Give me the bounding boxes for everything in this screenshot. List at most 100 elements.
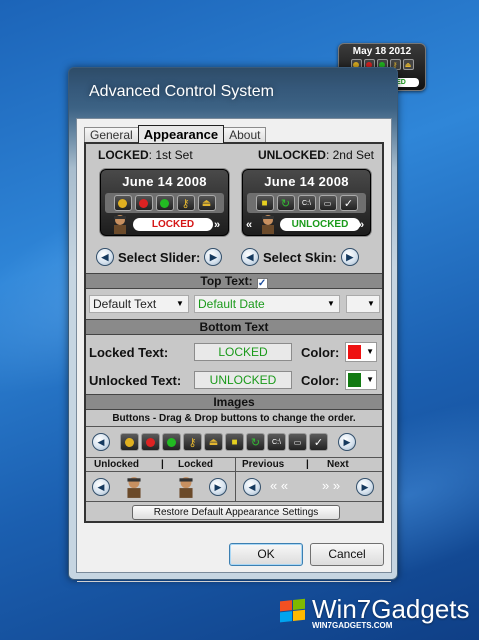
- chevron-down-icon: ▼: [367, 299, 375, 308]
- restore-defaults-button[interactable]: Restore Default Appearance Settings: [132, 505, 340, 520]
- locked-figure-icon[interactable]: [175, 475, 197, 499]
- next-arrow-style-button[interactable]: ▶: [356, 478, 374, 496]
- chevron-down-icon: ▼: [176, 299, 184, 308]
- yellow-dot-icon: [113, 195, 132, 211]
- top-text-date-select[interactable]: Default Date ▼: [194, 295, 340, 313]
- next-figure-button[interactable]: ▶: [209, 478, 227, 496]
- top-text-checkbox[interactable]: ✓: [256, 278, 268, 289]
- lock-icon: ■: [255, 195, 274, 211]
- preview-buttons: ⚷ ⏏: [105, 193, 224, 213]
- next-arrows-icon: »: [214, 219, 221, 231]
- locked-color-picker[interactable]: ▼: [345, 342, 377, 362]
- yellow-dot-icon[interactable]: [120, 433, 139, 451]
- chevron-down-icon: ▼: [366, 375, 374, 384]
- locked-color-label: Color:: [301, 345, 340, 360]
- chevron-down-icon: ▼: [327, 299, 335, 308]
- eject-icon[interactable]: ⏏: [402, 59, 414, 70]
- bottom-text-bar: Bottom Text: [86, 319, 382, 335]
- unlocked-column-label: Unlocked: [94, 459, 140, 470]
- prev-skin-button[interactable]: ◀: [241, 248, 259, 266]
- next-column-label: Next: [327, 459, 349, 470]
- check-icon[interactable]: ✓: [309, 433, 328, 451]
- prev-arrows-icon: «: [246, 219, 253, 231]
- previous-column-label: Previous: [242, 459, 285, 470]
- preview-date: June 14 2008: [264, 174, 349, 189]
- locked-text-input[interactable]: LOCKED: [194, 343, 292, 361]
- unlocked-figure-icon[interactable]: [123, 475, 145, 499]
- select-skin-label: Select Skin:: [263, 249, 337, 265]
- top-text-format-value: Default Text: [93, 297, 157, 311]
- appearance-panel: LOCKED: 1st Set UNLOCKED: 2nd Set June 1…: [84, 142, 384, 523]
- unlocked-set-heading: UNLOCKED: 2nd Set: [257, 148, 374, 162]
- next-buttons-button[interactable]: ▶: [338, 433, 356, 451]
- column-separator: |: [306, 459, 309, 470]
- run-icon: ▭: [318, 195, 337, 211]
- cmd-icon[interactable]: C:\: [267, 433, 286, 451]
- buttons-hint: Buttons - Drag & Drop buttons to change …: [86, 411, 382, 427]
- unlocked-color-label: Color:: [301, 373, 340, 388]
- green-dot-icon: [155, 195, 174, 211]
- preview-status: UNLOCKED: [280, 218, 360, 231]
- next-slider-button[interactable]: ▶: [204, 248, 223, 266]
- unlocked-color-picker[interactable]: ▼: [345, 370, 377, 390]
- figure-icon: [262, 215, 274, 234]
- top-text-label: Top Text:: [200, 274, 253, 288]
- prev-buttons-button[interactable]: ◀: [92, 433, 110, 451]
- refresh-icon[interactable]: ↻: [246, 433, 265, 451]
- key-icon[interactable]: ⚷: [183, 433, 202, 451]
- slider-selector: ◀ Select Slider: ▶: [96, 248, 223, 266]
- key-icon: ⚷: [176, 195, 195, 211]
- dialog-window: Advanced Control System General Appearan…: [68, 67, 398, 582]
- locked-column-label: Locked: [178, 459, 214, 470]
- next-arrows-icon: »: [358, 219, 365, 231]
- lock-icon[interactable]: ■: [225, 433, 244, 451]
- preview-status: LOCKED: [133, 218, 213, 231]
- red-dot-icon[interactable]: [141, 433, 160, 451]
- window-title: Advanced Control System: [89, 83, 274, 100]
- next-skin-button[interactable]: ▶: [340, 248, 359, 266]
- green-dot-icon[interactable]: [162, 433, 181, 451]
- top-text-color-select[interactable]: ▼: [346, 295, 380, 313]
- set-headings: LOCKED: 1st Set UNLOCKED: 2nd Set: [86, 144, 382, 162]
- refresh-icon: ↻: [276, 195, 295, 211]
- column-separator: |: [161, 459, 164, 470]
- next-arrows-icon: » »: [322, 478, 341, 493]
- unlocked-color-swatch: [348, 373, 361, 387]
- tab-strip: General Appearance About: [84, 125, 267, 143]
- prev-slider-button[interactable]: ◀: [96, 248, 114, 266]
- figure-icon: [114, 215, 126, 234]
- previous-arrows-icon: « «: [270, 478, 289, 493]
- tab-general[interactable]: General: [84, 127, 139, 143]
- run-icon[interactable]: ▭: [288, 433, 307, 451]
- chevron-down-icon: ▼: [366, 347, 374, 356]
- unlocked-text-label: Unlocked Text:: [89, 373, 182, 388]
- unlocked-text-input[interactable]: UNLOCKED: [194, 371, 292, 389]
- bottom-text-label: Bottom Text: [199, 320, 269, 334]
- locked-text-label: Locked Text:: [89, 345, 169, 360]
- gadget-date: May 18 2012: [352, 46, 412, 57]
- images-label: Images: [213, 395, 255, 409]
- locked-set-heading: LOCKED: 1st Set: [98, 148, 193, 162]
- cancel-button[interactable]: Cancel: [310, 543, 384, 566]
- eject-icon[interactable]: ⏏: [204, 433, 223, 451]
- windows-flag-icon: [280, 598, 306, 624]
- tab-about[interactable]: About: [223, 127, 267, 143]
- preview-date: June 14 2008: [122, 174, 207, 189]
- prev-figure-button[interactable]: ◀: [92, 478, 110, 496]
- eject-icon: ⏏: [197, 195, 216, 211]
- brand-url: WIN7GADGETS.COM: [312, 621, 393, 630]
- top-text-bar: Top Text: ✓: [86, 273, 382, 289]
- prev-arrow-style-button[interactable]: ◀: [243, 478, 261, 496]
- preview-buttons: ■ ↻ C:\ ▭ ✓: [247, 193, 366, 213]
- select-slider-label: Select Slider:: [118, 249, 201, 265]
- unlocked-preview: June 14 2008 ■ ↻ C:\ ▭ ✓ « UNLOCKED »: [241, 168, 372, 237]
- images-bar: Images: [86, 394, 382, 410]
- ok-button[interactable]: OK: [229, 543, 303, 566]
- top-text-format-select[interactable]: Default Text ▼: [89, 295, 189, 313]
- tab-appearance[interactable]: Appearance: [137, 125, 225, 143]
- check-icon: ✓: [339, 195, 358, 211]
- client-area: General Appearance About LOCKED: 1st Set…: [76, 118, 392, 582]
- red-dot-icon: [134, 195, 153, 211]
- locked-color-swatch: [348, 345, 361, 359]
- skin-selector: ◀ Select Skin: ▶: [241, 248, 359, 266]
